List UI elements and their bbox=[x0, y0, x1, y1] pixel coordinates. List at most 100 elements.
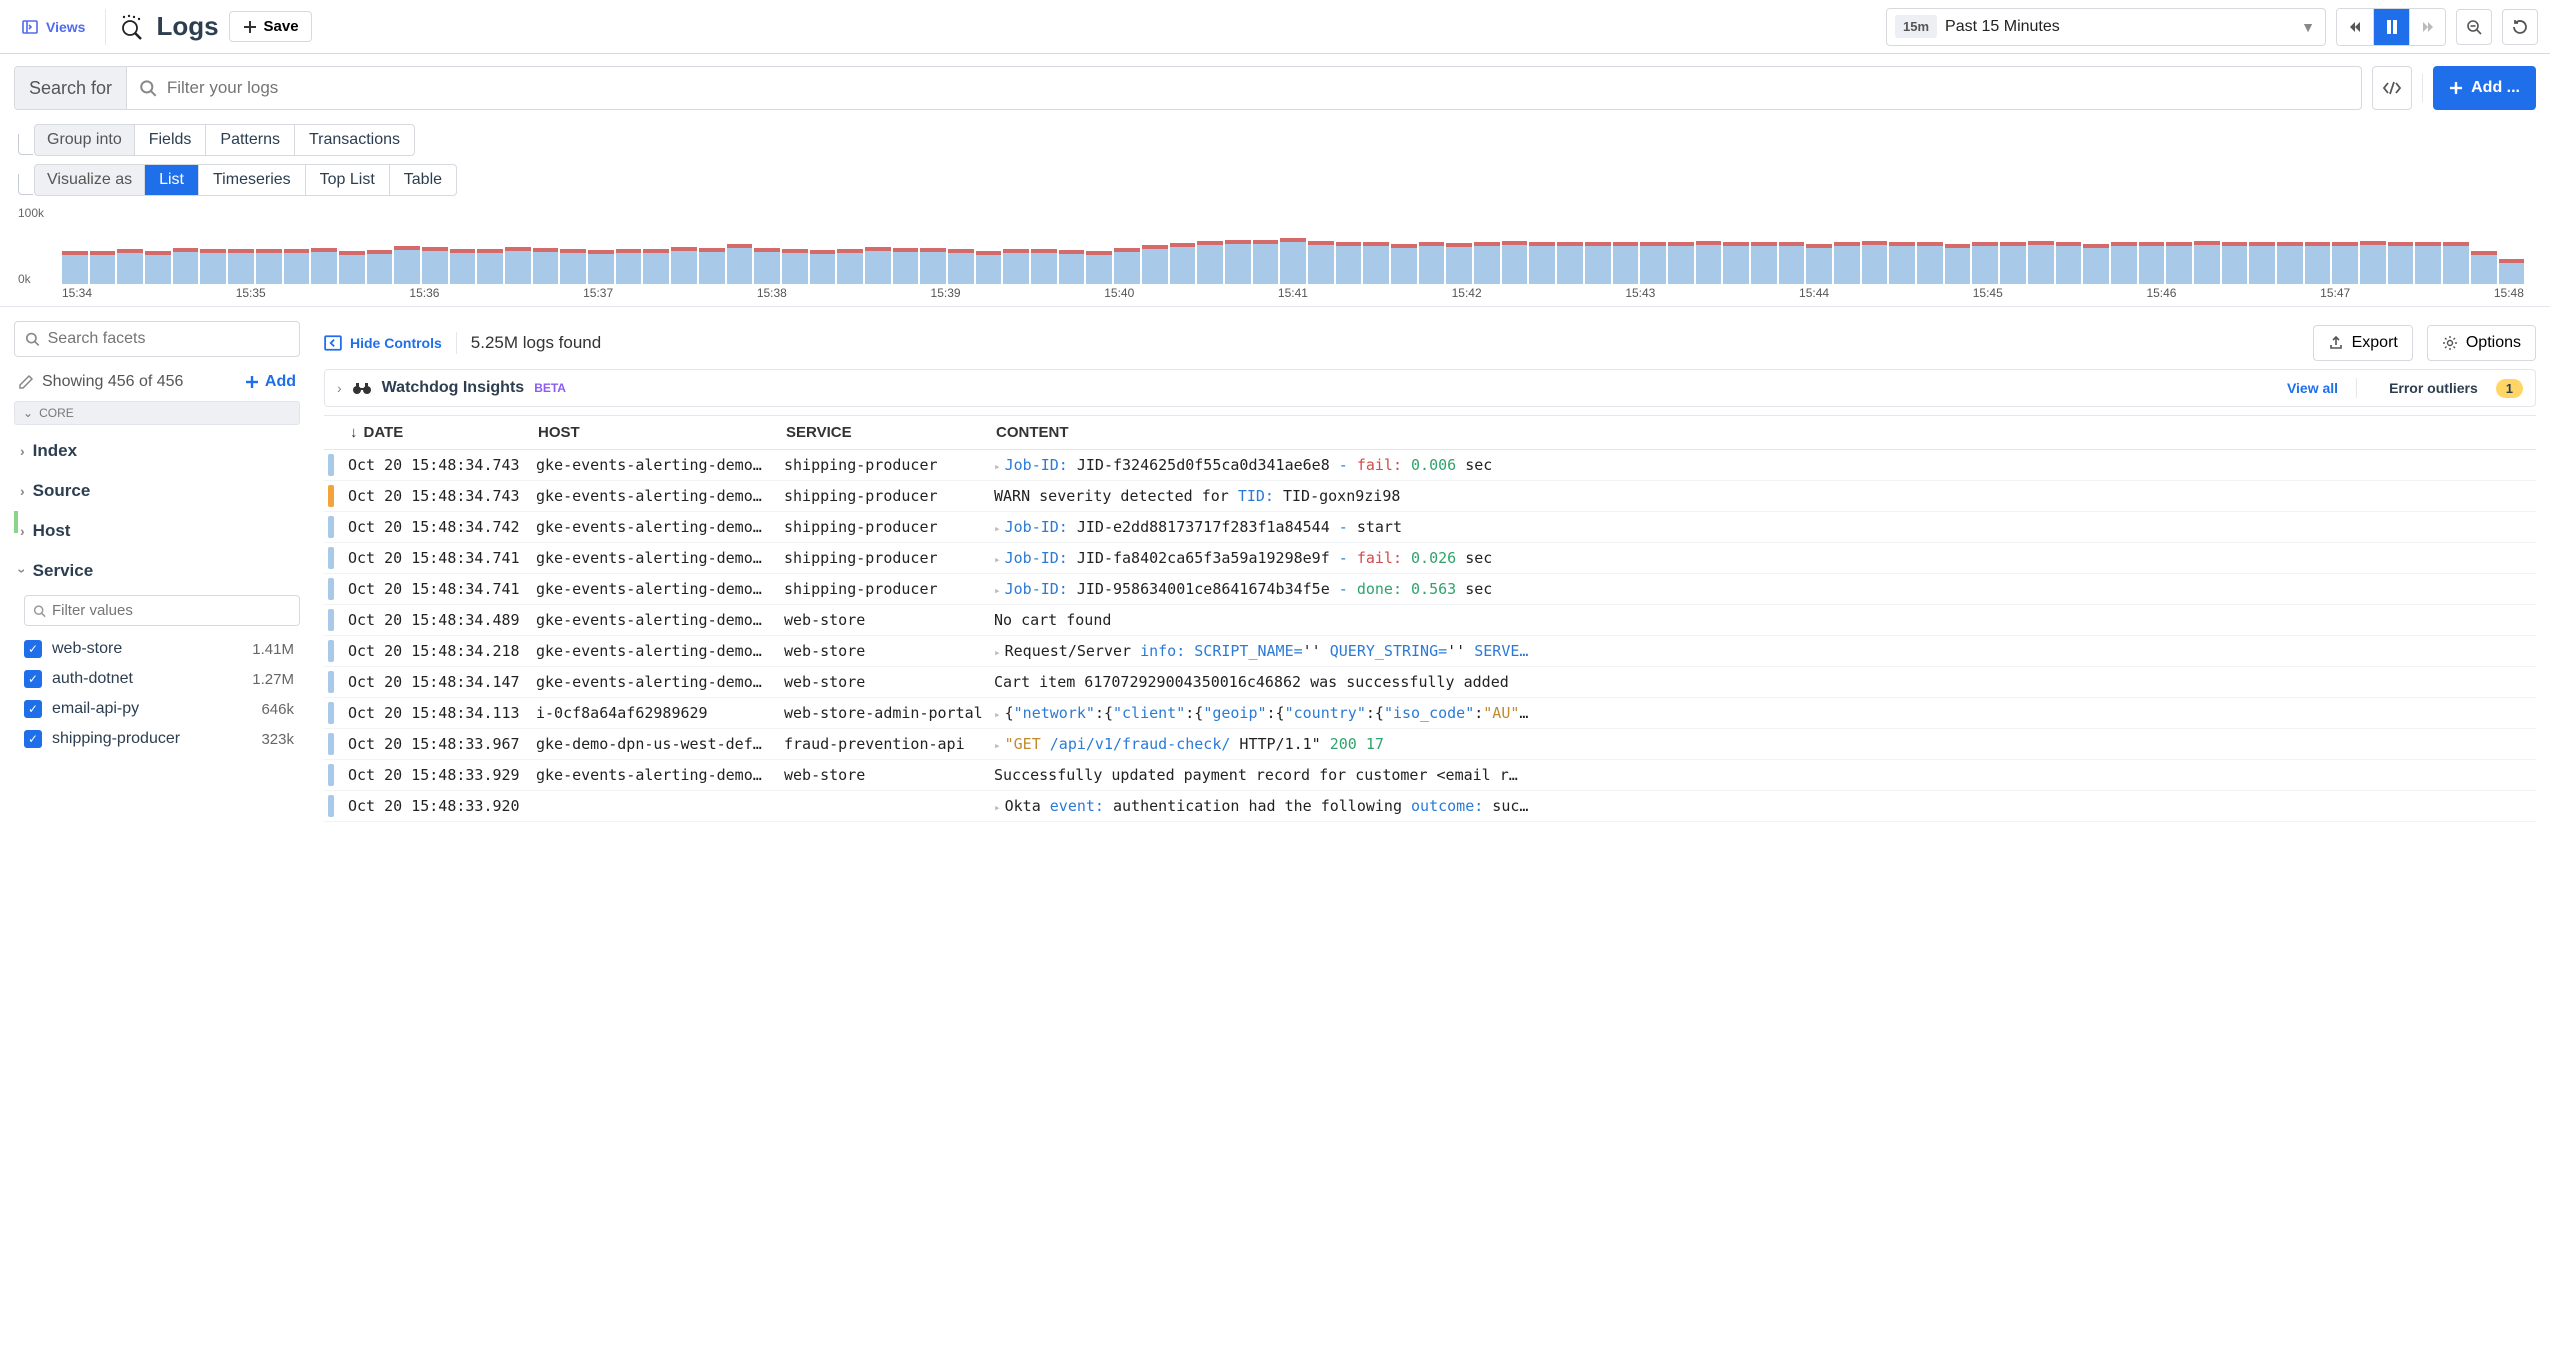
chart-bar[interactable] bbox=[422, 251, 448, 284]
group-fields[interactable]: Fields bbox=[135, 124, 207, 156]
filter-values-box[interactable] bbox=[24, 595, 300, 626]
chart-bar[interactable] bbox=[2083, 248, 2109, 284]
views-button[interactable]: Views bbox=[12, 13, 95, 41]
chart-bar[interactable] bbox=[505, 251, 531, 284]
chart-bar[interactable] bbox=[1723, 246, 1749, 284]
facets-search-input[interactable] bbox=[48, 330, 289, 348]
chart-bar[interactable] bbox=[560, 253, 586, 284]
log-row[interactable]: Oct 20 15:48:34.741 gke-events-alerting-… bbox=[324, 574, 2536, 605]
chart-bar[interactable] bbox=[339, 255, 365, 284]
search-box[interactable]: Search for bbox=[14, 66, 2362, 110]
chart-bar[interactable] bbox=[1972, 246, 1998, 284]
chart-bar[interactable] bbox=[2249, 246, 2275, 285]
chart-bar[interactable] bbox=[1197, 245, 1223, 284]
chart-bar[interactable] bbox=[837, 253, 863, 285]
chart-bar[interactable] bbox=[1917, 246, 1943, 285]
chart-bar[interactable] bbox=[1696, 245, 1722, 284]
log-row[interactable]: Oct 20 15:48:34.218 gke-events-alerting-… bbox=[324, 636, 2536, 667]
visualize-list[interactable]: List bbox=[145, 164, 199, 196]
save-button[interactable]: Save bbox=[229, 11, 312, 42]
chart-bar[interactable] bbox=[2000, 246, 2026, 285]
histogram-chart[interactable]: 100k 0k 15:3415:3515:3615:3715:3815:3915… bbox=[0, 196, 2550, 307]
chart-bar[interactable] bbox=[2415, 246, 2441, 285]
export-button[interactable]: Export bbox=[2313, 325, 2413, 361]
chart-bar[interactable] bbox=[1170, 247, 1196, 284]
chart-bar[interactable] bbox=[1086, 255, 1112, 284]
chart-bar[interactable] bbox=[1031, 253, 1057, 284]
chart-bar[interactable] bbox=[367, 254, 393, 284]
chart-bar[interactable] bbox=[2111, 246, 2137, 284]
chart-bar[interactable] bbox=[1529, 246, 1555, 284]
chart-bar[interactable] bbox=[2388, 246, 2414, 284]
visualize-top-list[interactable]: Top List bbox=[306, 164, 390, 196]
chart-bar[interactable] bbox=[2028, 245, 2054, 284]
chart-bar[interactable] bbox=[1834, 246, 1860, 285]
add-facet-button[interactable]: Add bbox=[245, 373, 296, 391]
log-row[interactable]: Oct 20 15:48:34.489 gke-events-alerting-… bbox=[324, 605, 2536, 636]
facet-source[interactable]: ›Source bbox=[14, 471, 300, 511]
chart-bar[interactable] bbox=[1003, 253, 1029, 284]
add-button[interactable]: Add ... bbox=[2433, 66, 2536, 110]
chart-bar[interactable] bbox=[2305, 246, 2331, 285]
step-forward-button[interactable] bbox=[2409, 9, 2445, 45]
chart-bar[interactable] bbox=[1668, 246, 1694, 284]
chart-bar[interactable] bbox=[2443, 246, 2469, 284]
code-editor-button[interactable] bbox=[2372, 66, 2412, 110]
view-all-link[interactable]: View all bbox=[2287, 380, 2338, 396]
col-date[interactable]: ↓ DATE bbox=[350, 424, 538, 441]
pause-button[interactable] bbox=[2373, 9, 2409, 45]
service-facet-item[interactable]: ✓shipping-producer323k bbox=[14, 724, 300, 754]
chart-bar[interactable] bbox=[643, 253, 669, 285]
service-facet-item[interactable]: ✓auth-dotnet1.27M bbox=[14, 664, 300, 694]
chart-bar[interactable] bbox=[1502, 245, 1528, 284]
facet-service[interactable]: ›Service bbox=[14, 551, 300, 591]
chart-bar[interactable] bbox=[1253, 244, 1279, 284]
chart-bar[interactable] bbox=[1945, 248, 1971, 284]
chart-bar[interactable] bbox=[117, 253, 143, 284]
options-button[interactable]: Options bbox=[2427, 325, 2536, 361]
chart-bar[interactable] bbox=[754, 252, 780, 284]
log-row[interactable]: Oct 20 15:48:34.743 gke-events-alerting-… bbox=[324, 450, 2536, 481]
filter-values-input[interactable] bbox=[52, 602, 291, 619]
core-section-header[interactable]: ⌄ CORE bbox=[14, 401, 300, 425]
chart-bar[interactable] bbox=[2194, 245, 2220, 284]
chart-bar[interactable] bbox=[976, 255, 1002, 284]
chart-bar[interactable] bbox=[1225, 244, 1251, 284]
col-host[interactable]: HOST bbox=[538, 424, 786, 441]
chart-bar[interactable] bbox=[1613, 246, 1639, 284]
chart-bar[interactable] bbox=[2139, 246, 2165, 285]
refresh-button[interactable] bbox=[2502, 9, 2538, 45]
service-facet-item[interactable]: ✓email-api-py646k bbox=[14, 694, 300, 724]
log-row[interactable]: Oct 20 15:48:34.147 gke-events-alerting-… bbox=[324, 667, 2536, 698]
chart-bar[interactable] bbox=[256, 253, 282, 285]
chart-bar[interactable] bbox=[145, 255, 171, 284]
chart-bar[interactable] bbox=[1585, 246, 1611, 285]
chart-bar[interactable] bbox=[2277, 246, 2303, 284]
chart-bar[interactable] bbox=[2332, 246, 2358, 284]
log-row[interactable]: Oct 20 15:48:34.741 gke-events-alerting-… bbox=[324, 543, 2536, 574]
chart-bar[interactable] bbox=[394, 250, 420, 284]
chart-bar[interactable] bbox=[1474, 246, 1500, 284]
group-patterns[interactable]: Patterns bbox=[206, 124, 295, 156]
chart-bar[interactable] bbox=[90, 255, 116, 284]
chart-bar[interactable] bbox=[2222, 246, 2248, 284]
visualize-table[interactable]: Table bbox=[390, 164, 457, 196]
chart-bar[interactable] bbox=[588, 254, 614, 284]
log-row[interactable]: Oct 20 15:48:34.743 gke-events-alerting-… bbox=[324, 481, 2536, 512]
facet-index[interactable]: ›Index bbox=[14, 431, 300, 471]
chart-bar[interactable] bbox=[727, 248, 753, 284]
log-row[interactable]: Oct 20 15:48:33.967 gke-demo-dpn-us-west… bbox=[324, 729, 2536, 760]
chart-bar[interactable] bbox=[1806, 248, 1832, 284]
chart-bar[interactable] bbox=[2360, 245, 2386, 284]
chart-bar[interactable] bbox=[1779, 246, 1805, 284]
chart-bar[interactable] bbox=[865, 251, 891, 284]
chart-bar[interactable] bbox=[1308, 245, 1334, 284]
chart-bar[interactable] bbox=[1280, 242, 1306, 284]
chart-bar[interactable] bbox=[616, 253, 642, 284]
watchdog-insights-row[interactable]: › Watchdog Insights BETA View all Error … bbox=[324, 369, 2536, 407]
chart-bar[interactable] bbox=[284, 253, 310, 285]
chart-bar[interactable] bbox=[1557, 246, 1583, 285]
log-row[interactable]: Oct 20 15:48:33.929 gke-events-alerting-… bbox=[324, 760, 2536, 791]
chart-bar[interactable] bbox=[200, 253, 226, 285]
chart-bar[interactable] bbox=[699, 252, 725, 284]
